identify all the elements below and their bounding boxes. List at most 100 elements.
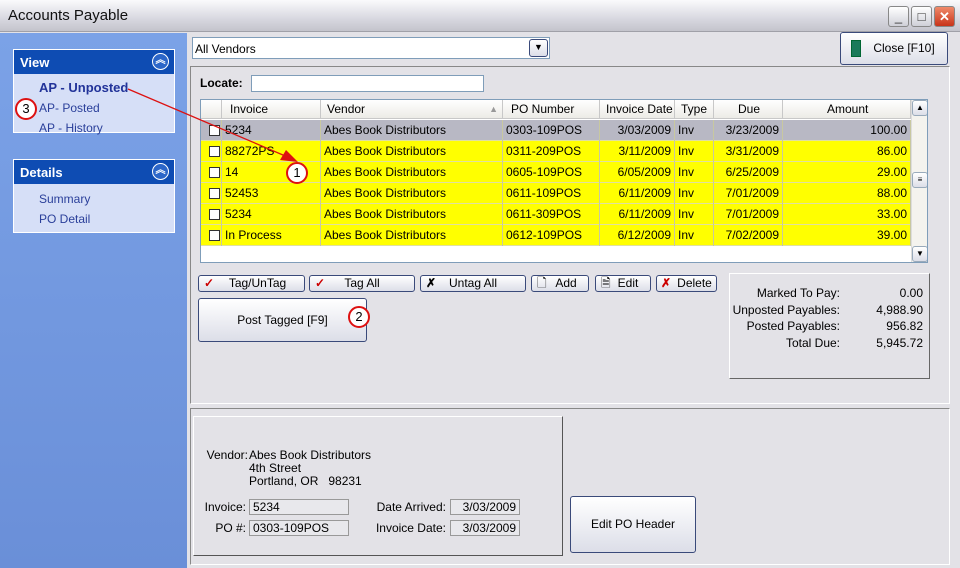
close-button[interactable]: Close [F10] — [840, 32, 948, 65]
cell-due: 7/01/2009 — [714, 204, 783, 225]
sidebar-item-ap-unposted[interactable]: AP - Unposted — [14, 78, 174, 98]
collapse-icon[interactable]: ︽ — [152, 53, 169, 70]
edit-label: Edit — [617, 276, 639, 290]
annotation-marker-2: 2 — [348, 306, 370, 328]
cell-date: 6/11/2009 — [600, 183, 675, 204]
view-panel-title: View — [20, 55, 50, 70]
tag-checkbox[interactable] — [209, 167, 220, 178]
cell-invoice: In Process — [222, 225, 321, 246]
sidebar-item-ap-posted[interactable]: AP- Posted — [14, 98, 174, 118]
totals-panel: Marked To Pay: 0.00 Unposted Payables: 4,98… — [729, 273, 930, 379]
close-window-button[interactable]: ✕ — [934, 6, 955, 27]
cell-due: 7/02/2009 — [714, 225, 783, 246]
sidebar-item-po-detail[interactable]: PO Detail — [14, 209, 174, 229]
cell-due: 7/01/2009 — [714, 183, 783, 204]
untag-all-label: Untag All — [448, 276, 498, 290]
cell-type: Inv — [675, 204, 714, 225]
annotation-marker-1: 1 — [286, 162, 308, 184]
table-row[interactable]: 88272PS Abes Book Distributors 0311-209POS… — [201, 141, 911, 162]
check-icon: ✓ — [204, 276, 215, 290]
column-header-po-number[interactable]: PO Number — [503, 100, 600, 119]
tag-checkbox[interactable] — [209, 230, 220, 241]
view-panel-header[interactable]: View ︽ — [14, 50, 174, 74]
scroll-up-button[interactable]: ▲ — [912, 100, 927, 116]
cell-due: 3/31/2009 — [714, 141, 783, 162]
cell-date: 6/05/2009 — [600, 162, 675, 183]
scroll-thumb[interactable]: ≡ — [912, 172, 927, 188]
minimize-button[interactable]: _ — [888, 6, 909, 27]
total-value: 956.82 — [886, 319, 923, 333]
cell-type: Inv — [675, 162, 714, 183]
new-document-icon: 🗋 — [537, 276, 547, 290]
cell-type: Inv — [675, 141, 714, 162]
column-header-amount[interactable]: Amount — [783, 100, 911, 119]
cell-vendor: Abes Book Distributors — [321, 204, 503, 225]
cell-date: 3/11/2009 — [600, 141, 675, 162]
vendor-filter-select[interactable]: All Vendors ▼ — [192, 37, 550, 59]
cell-date: 6/11/2009 — [600, 204, 675, 225]
table-row[interactable]: 52453 Abes Book Distributors 0611-109POS 6/… — [201, 183, 911, 204]
tag-checkbox[interactable] — [209, 209, 220, 220]
vendor-name: Abes Book Distributors — [249, 448, 372, 462]
chevron-down-icon[interactable]: ▼ — [529, 39, 548, 57]
post-tagged-button[interactable]: Post Tagged [F9] — [198, 298, 367, 342]
tag-checkbox[interactable] — [209, 188, 220, 199]
window-title: Accounts Payable — [8, 7, 129, 24]
collapse-icon[interactable]: ︽ — [152, 163, 169, 180]
cell-amount: 86.00 — [783, 141, 911, 162]
vendor-address-line1: 4th Street — [249, 461, 302, 475]
vertical-scrollbar[interactable]: ▲ ≡ ▼ — [911, 100, 927, 262]
sidebar-item-ap-history[interactable]: AP - History — [14, 118, 174, 138]
invoice-date-field: 3/03/2009 — [450, 520, 520, 536]
column-header-vendor[interactable]: Vendor ▲ — [321, 100, 503, 119]
date-arrived-field: 3/03/2009 — [450, 499, 520, 515]
add-button[interactable]: 🗋 Add — [531, 275, 589, 292]
add-label: Add — [555, 276, 577, 290]
invoice-field: 5234 — [249, 499, 349, 515]
cell-po: 0611-309POS — [503, 204, 600, 225]
cell-invoice: 5234 — [222, 120, 321, 141]
tag-cell — [201, 120, 222, 141]
table-row[interactable]: 5234 Abes Book Distributors 0303-109POS 3/0… — [201, 120, 911, 141]
edit-button[interactable]: 🗎 Edit — [595, 275, 651, 292]
sidebar-item-summary[interactable]: Summary — [14, 189, 174, 209]
total-label: Unposted Payables: — [732, 302, 840, 317]
column-header-type[interactable]: Type — [675, 100, 714, 119]
cell-po: 0612-109POS — [503, 225, 600, 246]
cell-po: 0303-109POS — [503, 120, 600, 141]
invoice-label: Invoice: — [204, 500, 246, 514]
total-value: 0.00 — [899, 286, 923, 300]
tag-cell — [201, 225, 222, 246]
column-header-invoice-date[interactable]: Invoice Date — [600, 100, 675, 119]
column-header-due[interactable]: Due — [714, 100, 783, 119]
scroll-down-button[interactable]: ▼ — [912, 246, 927, 262]
cell-vendor: Abes Book Distributors — [321, 162, 503, 183]
details-panel-header[interactable]: Details ︽ — [14, 160, 174, 184]
tag-untag-button[interactable]: ✓ Tag/UnTag — [198, 275, 305, 292]
untag-all-button[interactable]: ✗ Untag All — [420, 275, 526, 292]
locate-input[interactable] — [251, 75, 484, 92]
cell-invoice: 52453 — [222, 183, 321, 204]
maximize-button[interactable]: □ — [911, 6, 932, 27]
vendor-address-line2: Portland, OR 98231 — [249, 474, 362, 488]
cell-invoice: 88272PS — [222, 141, 321, 162]
title-bar: Accounts Payable _ □ ✕ — [0, 0, 960, 32]
edit-po-header-button[interactable]: Edit PO Header — [570, 496, 696, 553]
table-row[interactable]: 5234 Abes Book Distributors 0611-309POS 6/1… — [201, 204, 911, 225]
tag-cell — [201, 162, 222, 183]
delete-label: Delete — [677, 276, 712, 290]
tag-untag-label: Tag/UnTag — [228, 276, 287, 290]
tag-checkbox[interactable] — [209, 125, 220, 136]
tag-all-label: Tag All — [344, 276, 380, 290]
table-row[interactable]: In Process Abes Book Distributors 0612-109… — [201, 225, 911, 246]
details-panel: Details ︽ Summary PO Detail — [13, 159, 175, 233]
vendor-label: Vendor: — [206, 448, 248, 462]
cell-po: 0311-209POS — [503, 141, 600, 162]
column-header-invoice[interactable]: Invoice — [222, 100, 321, 119]
cell-amount: 29.00 — [783, 162, 911, 183]
delete-button[interactable]: ✗ Delete — [656, 275, 717, 292]
cell-date: 6/12/2009 — [600, 225, 675, 246]
tag-checkbox[interactable] — [209, 146, 220, 157]
tag-all-button[interactable]: ✓ Tag All — [309, 275, 415, 292]
column-header-tag[interactable] — [201, 100, 222, 119]
